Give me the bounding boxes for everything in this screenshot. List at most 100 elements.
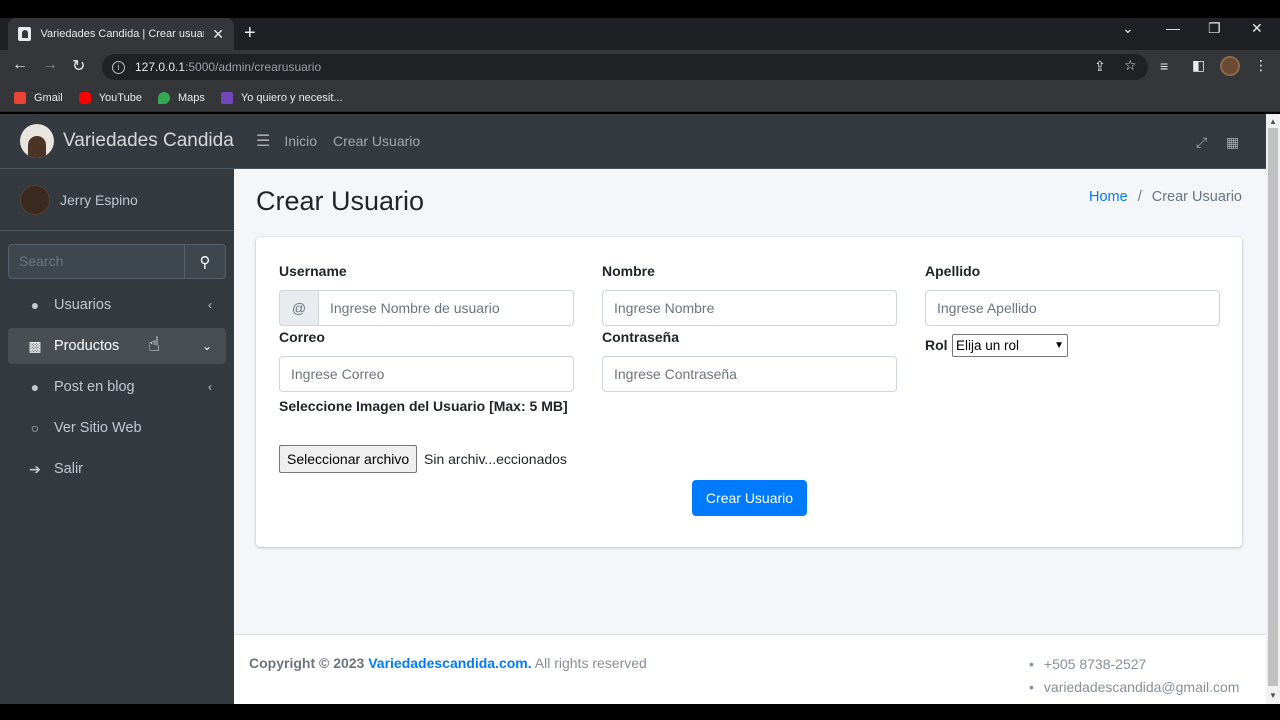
sidebar-item-salir[interactable]: ➔ Salir [8,451,226,487]
mouse-pointer-icon: ☝ [148,334,161,356]
tab-title: Variedades Candida | Crear usuario [40,28,205,40]
correo-input[interactable]: Ingrese Correo [279,356,574,392]
rol-selected-value: Elija un rol [956,338,1020,353]
search-icon: ⚲ [199,253,211,271]
bookmark-maps[interactable]: Maps [157,91,205,104]
gmail-icon [14,91,26,104]
bookmark-youtube[interactable]: YouTube [78,91,142,104]
rol-select[interactable]: Elija un rol ▼ [952,334,1068,357]
youtube-icon [78,91,91,104]
sidebar-item-ver-sitio-web[interactable]: ○ Ver Sitio Web [8,410,226,446]
username-label: Username [279,263,347,279]
chevron-left-icon: ‹ [208,298,212,312]
footer-site-link[interactable]: Variedadescandida.com. [368,655,531,671]
site-info-icon[interactable]: i [112,60,125,74]
chevron-down-icon: ⌄ [201,339,212,353]
brand-name: Variedades Candida [63,130,234,151]
apellido-label: Apellido [925,263,981,279]
tab-close-icon[interactable]: ✕ [212,26,224,43]
store-icon: ▩ [28,337,42,354]
sidebar-item-usuarios[interactable]: ● Usuarios ‹ [8,287,226,323]
sidebar-item-label: Salir [54,461,84,477]
user-avatar [20,184,50,215]
new-tab-icon[interactable]: + [244,22,256,45]
user-name[interactable]: Jerry Espino [60,192,138,208]
breadcrumb: Home / Crear Usuario [1089,189,1242,205]
sidebar-item-label: Usuarios [54,297,112,313]
control-sidebar-icon[interactable]: ▦ [1226,134,1239,151]
letterbox-top [0,0,1280,18]
footer-phone: +505 8738-2527 [1029,653,1239,676]
sidebar-search-input[interactable]: Search [8,244,184,279]
share-icon[interactable]: ⇪ [1094,58,1106,75]
bookmarks-bar: Gmail YouTube Maps Yo quiero y necesit..… [0,84,1280,112]
chevron-left-icon: ‹ [208,380,212,394]
user-panel[interactable]: Jerry Espino [0,169,234,231]
page-scrollbar[interactable]: ▲ ▼ [1266,114,1280,704]
imagen-label: Seleccione Imagen del Usuario [Max: 5 MB… [279,398,568,414]
bookmark-gmail[interactable]: Gmail [14,91,63,104]
create-user-card: Username @ Ingrese Nombre de usuario Nom… [256,237,1242,547]
window-close-icon[interactable]: ✕ [1251,20,1263,37]
footer: Copyright © 2023 Variedadescandida.com. … [234,634,1266,704]
topnav-link-inicio[interactable]: Inicio [284,133,317,149]
arrow-right-icon: ➔ [29,460,41,477]
file-choose-button[interactable]: Seleccionar archivo [279,445,418,473]
sidebar-search-button[interactable]: ⚲ [184,244,226,279]
fullscreen-icon[interactable]: ⤢ [1196,134,1207,151]
contrasena-input[interactable]: Ingrese Contraseña [602,356,897,392]
sidebar-item-productos[interactable]: ▩ Productos ⌄ [8,328,226,364]
sidebar-item-label: Productos [54,338,120,354]
nombre-input[interactable]: Ingrese Nombre [602,290,897,326]
footer-copyright: Copyright © 2023 Variedadescandida.com. … [249,655,647,671]
brand-link[interactable]: Variedades Candida [0,114,234,169]
nombre-label: Nombre [602,263,655,279]
file-status-text: Sin archiv...eccionados [424,451,567,467]
browser-tabstrip: Variedades Candida | Crear usuario ✕ + ⌄… [0,0,1280,50]
reload-icon[interactable]: ↻ [72,56,85,76]
app-root: Variedades Candida Jerry Espino Search ⚲… [0,114,1266,704]
top-navbar: ☰ Inicio Crear Usuario ⤢ ▦ [234,114,1266,169]
maps-icon [157,91,170,104]
brand-logo [20,124,54,158]
tab-search-icon[interactable]: ⌄ [1122,20,1134,37]
sidebar-item-post-en-blog[interactable]: ● Post en blog ‹ [8,369,226,405]
browser-tab[interactable]: Variedades Candida | Crear usuario ✕ [8,18,234,50]
contrasena-label: Contraseña [602,329,680,345]
user-icon: ● [30,379,40,395]
hamburger-menu-icon[interactable]: ☰ [256,131,270,151]
breadcrumb-home[interactable]: Home [1089,189,1128,205]
bookmark-star-icon[interactable]: ☆ [1124,57,1137,74]
favicon-icon [18,27,32,41]
footer-email: variedadescandida@gmail.com [1029,676,1240,699]
scrollbar-thumb[interactable] [1268,128,1278,686]
username-at-addon: @ [279,290,319,326]
minimize-icon[interactable]: — [1166,20,1180,36]
apellido-input[interactable]: Ingrese Apellido [925,290,1220,326]
url-host: 127.0.0.1 [135,60,186,74]
profile-avatar[interactable] [1220,56,1240,76]
back-icon[interactable]: ← [12,56,28,74]
breadcrumb-current: Crear Usuario [1151,189,1242,205]
topnav-link-crear-usuario[interactable]: Crear Usuario [333,133,420,149]
media-icon[interactable]: ≡ [1160,58,1168,74]
scroll-up-icon[interactable]: ▲ [1269,117,1277,126]
forward-icon[interactable]: → [42,56,58,74]
username-input[interactable]: Ingrese Nombre de usuario [318,290,574,326]
circle-icon: ○ [30,420,40,436]
scroll-down-icon[interactable]: ▼ [1269,691,1277,700]
bookmark-yo-quiero[interactable]: Yo quiero y necesit... [220,91,343,104]
browser-toolbar: ← → ↻ i 127.0.0.1:5000/admin/crearusuari… [0,50,1280,84]
crear-usuario-button[interactable]: Crear Usuario [692,480,807,516]
forms-icon [220,91,233,104]
menu-kebab-icon[interactable]: ⋮ [1254,57,1268,74]
copyright-prefix: Copyright © 2023 [249,655,365,671]
sidebar: Variedades Candida Jerry Espino Search ⚲… [0,114,234,704]
address-bar[interactable]: i 127.0.0.1:5000/admin/crearusuario [102,54,1148,80]
side-panel-icon[interactable]: ◧ [1192,57,1205,74]
footer-contact-list: +505 8738-2527 variedadescandida@gmail.c… [1029,653,1240,699]
sidebar-item-label: Ver Sitio Web [54,420,142,436]
restore-icon[interactable]: ❐ [1208,20,1221,37]
breadcrumb-separator: / [1137,189,1142,205]
select-arrow-icon: ▼ [1054,340,1064,351]
